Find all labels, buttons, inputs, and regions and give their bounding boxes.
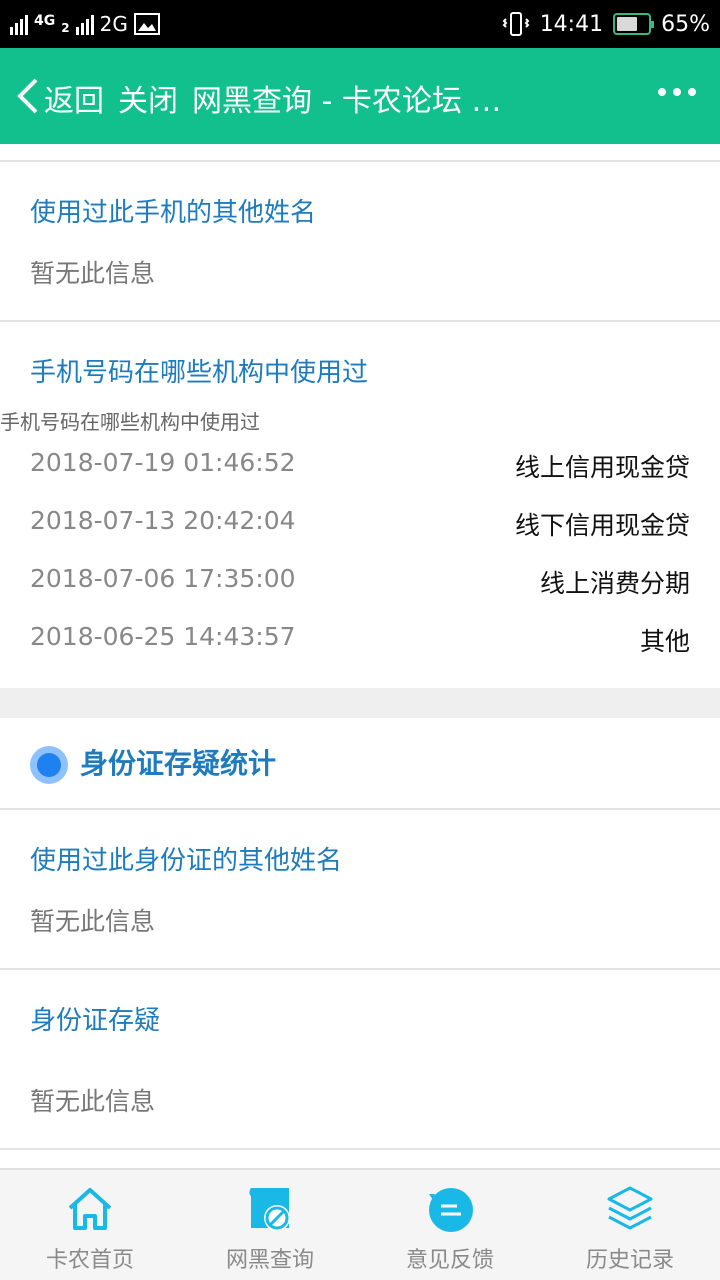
bottom-tab-bar: 卡农首页 网黑查询 意见反馈 历史记录 [0,1168,720,1280]
network-type-2: 2G [99,12,128,36]
app-header: 返回 关闭 网黑查询 - 卡农论坛 … [0,48,720,144]
phone-institutions-caption: 手机号码在哪些机构中使用过 [0,410,260,434]
battery-fill [617,17,637,31]
battery-percent: 65% [661,11,710,37]
table-row-date: 2018-07-06 17:35:00 [30,564,296,593]
home-icon [68,1188,112,1230]
sim-index: 2 [61,21,70,35]
tab-history[interactable]: 历史记录 [540,1170,720,1280]
clock: 14:41 [539,11,604,37]
signal-icon [10,13,28,35]
page-title: 网黑查询 - 卡农论坛 … [192,84,502,119]
image-icon [133,13,160,35]
divider [0,968,720,970]
divider [0,160,720,162]
id-other-names-title: 使用过此身份证的其他姓名 [30,846,343,876]
status-bar: 4G 2 2G 14:41 65% [0,0,720,48]
close-button[interactable]: 关闭 [118,76,178,120]
network-type-1: 4G [34,13,56,29]
tab-home-label: 卡农首页 [45,1248,134,1273]
divider [0,808,720,810]
tab-blacklist-query[interactable]: 网黑查询 [180,1170,360,1280]
status-left: 4G 2 2G [10,0,160,48]
table-row-date: 2018-07-19 01:46:52 [30,448,296,477]
phone-other-names-value: 暂无此信息 [30,259,156,288]
history-layers-icon [607,1186,653,1230]
id-doubt-value: 暂无此信息 [30,1087,156,1116]
blacklist-query-icon [249,1188,290,1231]
tab-blacklist-query-label: 网黑查询 [225,1248,314,1273]
divider [0,320,720,322]
chevron-left-icon[interactable] [14,78,42,114]
feedback-icon [429,1188,473,1232]
table-row-date: 2018-07-13 20:42:04 [30,506,296,535]
table-row-type: 线上消费分期 [539,569,690,598]
phone-institutions-title: 手机号码在哪些机构中使用过 [30,358,369,388]
id-section-header: 身份证存疑统计 [0,718,720,808]
id-other-names-value: 暂无此信息 [30,907,156,936]
id-section-title: 身份证存疑统计 [80,747,277,780]
signal-icon-2 [75,13,94,35]
status-right: 14:41 65% [502,0,710,48]
tab-feedback[interactable]: 意见反馈 [360,1170,540,1280]
id-doubt-title: 身份证存疑 [30,1006,161,1036]
more-icon[interactable] [658,88,696,96]
vibrate-icon [502,12,530,36]
section-separator [0,688,720,718]
bullet-dot-icon [30,746,68,784]
table-row-type: 线下信用现金贷 [514,511,690,540]
table-row-date: 2018-06-25 14:43:57 [30,622,296,651]
table-row-type: 其他 [639,627,690,656]
back-button[interactable]: 返回 [44,76,104,120]
phone-other-names-title: 使用过此手机的其他姓名 [30,198,317,228]
tab-history-label: 历史记录 [585,1248,674,1273]
battery-icon [613,13,655,35]
table-row-type: 线上信用现金贷 [514,453,690,482]
tab-home[interactable]: 卡农首页 [0,1170,180,1280]
tab-feedback-label: 意见反馈 [405,1248,494,1273]
divider [0,1148,720,1150]
